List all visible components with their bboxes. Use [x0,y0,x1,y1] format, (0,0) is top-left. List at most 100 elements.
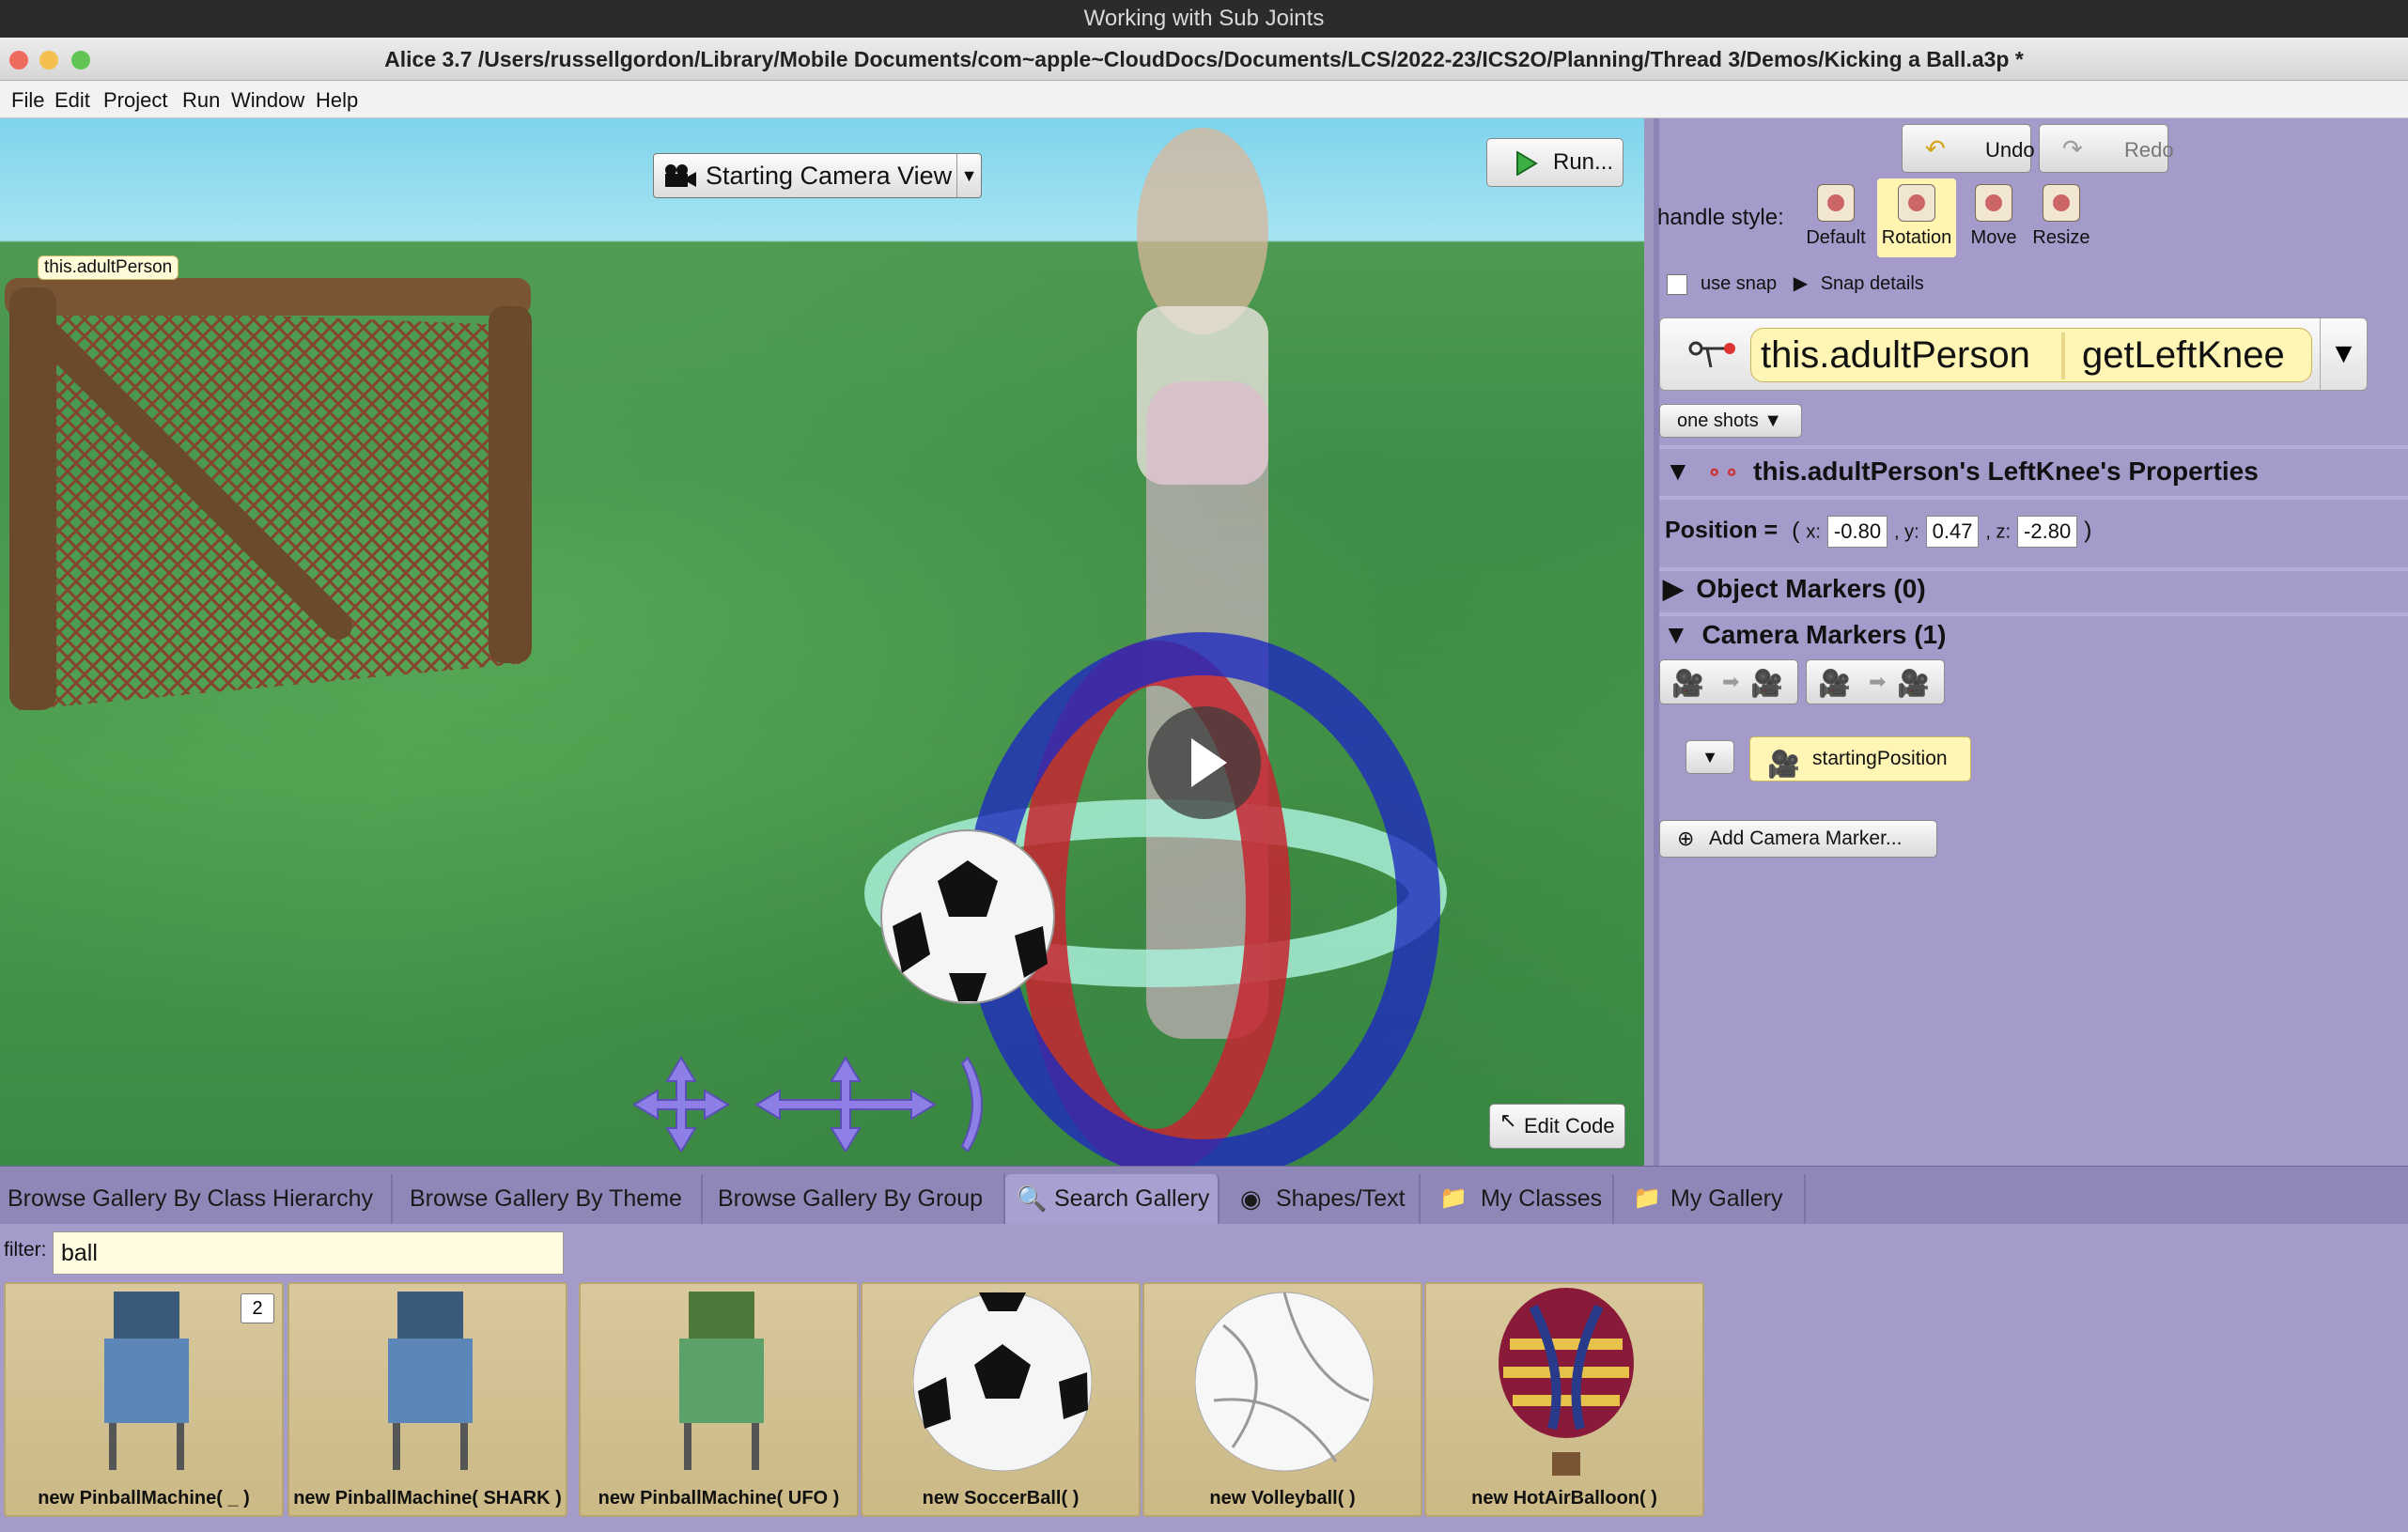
handle-move[interactable]: Move [1962,178,2026,257]
filter-input[interactable]: ball [53,1231,564,1275]
undo-label: Undo [1985,138,2035,162]
expression-method: getLeftKnee [2082,334,2285,376]
folder-icon: 📁 [1439,1185,1468,1211]
scene-label-adultperson[interactable]: this.adultPerson [38,255,179,280]
magnifier-icon: 🔍 [1017,1184,1048,1213]
position-y-field[interactable]: 0.47 [1925,516,1980,548]
undo-button[interactable]: ↶ Undo [1902,124,2035,173]
position-z-field[interactable]: -2.80 [2017,516,2078,548]
camera-view-label: Starting Camera View [706,162,953,190]
expression-separator [2061,333,2065,379]
corner-arrow-icon: ↖ [1499,1108,1517,1132]
filter-label: filter: [4,1239,47,1261]
tab-my-gallery[interactable]: 📁 My Gallery [1622,1174,1806,1225]
movie-camera-icon: 🎥 [1671,669,1704,698]
run-button[interactable]: Run... [1486,138,1623,187]
handle-resize[interactable]: Resize [2029,178,2093,257]
collapse-triangle-icon: ▼ [1663,620,1689,649]
joint-small-icon: ⚬⚬ [1705,461,1741,485]
volleyball-thumbnail [1195,1292,1374,1472]
menu-project[interactable]: Project [103,88,167,113]
menu-window[interactable]: Window [231,88,304,113]
position-row: Position = ( x: -0.80 , y: 0.47 , z: -2.… [1665,516,2091,548]
video-play-button[interactable] [1148,706,1261,819]
tab-by-theme[interactable]: Browse Gallery By Theme [402,1174,703,1225]
soccer-goal [5,278,532,710]
menu-bar: File Edit Project Run Window Help [0,81,2408,118]
gallery-item-pinball[interactable]: 2 new PinballMachine( _ ) [4,1282,284,1517]
arrow-right-icon: ➡ [1869,670,1887,693]
selected-joint-expression[interactable]: this.adultPerson getLeftKnee ▼ [1659,317,2368,391]
disclosure-triangle-icon[interactable]: ▶ [1794,273,1808,294]
scene-viewport[interactable]: this.adultPerson Starting Camera View ▼ [0,118,1644,1166]
play-icon [1516,151,1538,176]
move-camera-to-marker-button[interactable]: 🎥 ➡ 🎥 [1659,659,1798,704]
tab-search-gallery[interactable]: 🔍 Search Gallery [1005,1174,1220,1225]
chevron-down-icon[interactable]: ▼ [2320,318,2367,390]
undo-icon: ↶ [1925,134,1946,162]
add-camera-marker-button[interactable]: ⊕ Add Camera Marker... [1659,820,1937,858]
edit-code-button[interactable]: ↖ Edit Code [1489,1104,1625,1149]
use-snap-label: use snap [1701,273,1778,294]
item-label: new Volleyball( ) [1209,1488,1356,1509]
item-label: new HotAirBalloon( ) [1471,1488,1657,1509]
redo-icon: ↷ [2062,134,2083,162]
joint-icon [1688,341,1735,368]
marker-name: startingPosition [1812,748,1948,769]
properties-header[interactable]: ▼ ⚬⚬ this.adultPerson's LeftKnee's Prope… [1665,457,2259,487]
edit-code-label: Edit Code [1524,1114,1615,1137]
redo-button[interactable]: ↷ Redo [2039,124,2174,173]
menu-edit[interactable]: Edit [54,88,90,113]
expression-object: this.adultPerson [1761,334,2030,376]
movie-camera-icon [665,164,696,187]
redo-label: Redo [2124,138,2174,162]
gallery-item-pinball-ufo[interactable]: new PinballMachine( UFO ) [579,1282,859,1517]
menu-file[interactable]: File [11,88,44,113]
handle-default[interactable]: Default [1804,178,1868,257]
gallery-item-pinball-shark[interactable]: new PinballMachine( SHARK ) [287,1282,567,1517]
divider [1659,496,2408,500]
camera-nav-controls[interactable] [620,1048,1015,1152]
person-icon [1898,184,1935,222]
gallery-filter-row: filter: ball [0,1224,2408,1277]
tab-class-hierarchy[interactable]: Browse Gallery By Class Hierarchy [0,1174,393,1225]
menu-help[interactable]: Help [316,88,358,113]
red-camera-icon: 🎥 [1818,669,1851,698]
chevron-down-icon: ▼ [956,154,981,197]
handle-rotation[interactable]: Rotation [1877,178,1956,257]
properties-title: this.adultPerson's LeftKnee's Properties [1753,457,2259,486]
use-snap-checkbox[interactable] [1667,273,1687,295]
menu-run[interactable]: Run [182,88,220,113]
person-icon [1817,184,1855,222]
snap-row: use snap ▶ Snap details [1667,271,1924,295]
video-title: Working with Sub Joints [0,0,2408,38]
object-markers-header[interactable]: ▶ Object Markers (0) [1663,573,1926,604]
tab-my-classes[interactable]: 📁 My Classes [1428,1174,1614,1225]
divider [1659,567,2408,571]
position-x-field[interactable]: -0.80 [1826,516,1888,548]
gallery-item-hotairballoon[interactable]: new HotAirBalloon( ) [1424,1282,1704,1517]
tab-by-group[interactable]: Browse Gallery By Group [710,1174,1005,1225]
expand-triangle-icon: ▶ [1663,574,1684,603]
camera-marker-item[interactable]: 🎥 startingPosition [1749,736,1971,781]
arrow-right-icon: ➡ [1722,670,1740,693]
item-label: new PinballMachine( UFO ) [598,1488,840,1509]
camera-view-select[interactable]: Starting Camera View ▼ [653,153,982,198]
camera-markers-header[interactable]: ▼ Camera Markers (1) [1663,620,1946,650]
snap-details-label[interactable]: Snap details [1821,273,1924,294]
gallery-item-volleyball[interactable]: new Volleyball( ) [1142,1282,1422,1517]
marker-options-dropdown[interactable]: ▼ [1686,740,1734,774]
handle-style-label: handle style: [1657,205,1784,230]
one-shots-button[interactable]: one shots ▼ [1659,404,1802,438]
item-label: new SoccerBall( ) [922,1488,1080,1509]
movie-camera-icon: 🎥 [1897,669,1930,698]
tab-shapes-text[interactable]: ◉ Shapes/Text [1227,1174,1421,1225]
window-titlebar: Alice 3.7 /Users/russellgordon/Library/M… [0,38,2408,81]
chevron-down-icon: ▼ [1763,410,1783,431]
expression-pill[interactable]: this.adultPerson getLeftKnee [1750,328,2312,382]
soccer-ball-model[interactable] [874,823,1062,1011]
gallery-item-soccerball[interactable]: new SoccerBall( ) [861,1282,1141,1517]
person-icon [2043,184,2080,222]
move-marker-to-camera-button[interactable]: 🎥 ➡ 🎥 [1806,659,1945,704]
window-title: Alice 3.7 /Users/russellgordon/Library/M… [384,47,2024,71]
